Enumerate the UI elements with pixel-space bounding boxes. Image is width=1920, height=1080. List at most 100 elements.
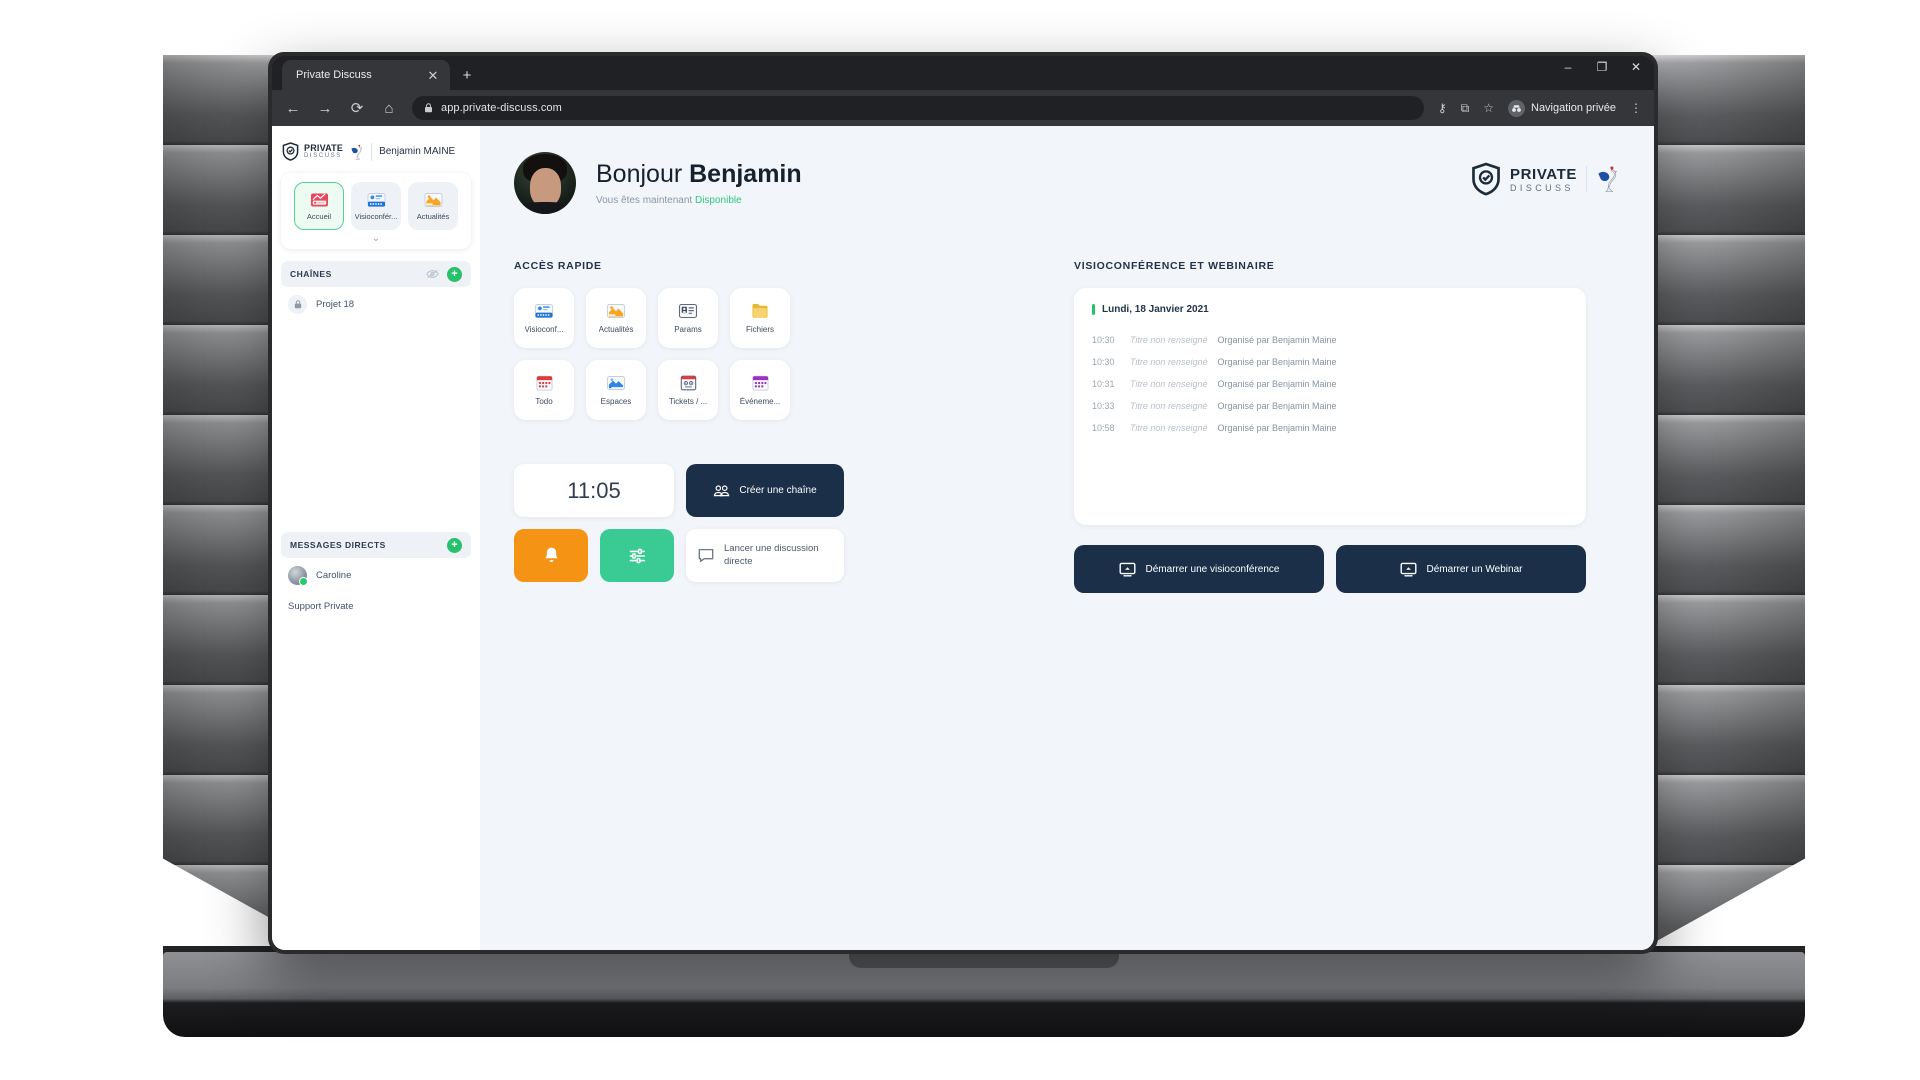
browser-toolbar: ← → ⟳ ⌂ app.private-discuss.com ⚷ ⧉ ☆ Na… (272, 90, 1654, 126)
reload-icon[interactable]: ⟳ (348, 99, 366, 117)
sidebar-item-accueil[interactable]: Accueil (294, 182, 344, 230)
chevron-down-icon[interactable]: ⌄ (372, 230, 380, 245)
main-content: Bonjour Benjamin Vous êtes maintenant Di… (480, 126, 1654, 950)
sliders-icon (629, 548, 645, 563)
app-sidebar: PRIVATE DISCUSS Benjamin MAINE Accueil V… (272, 126, 480, 950)
avatar (288, 566, 308, 586)
meeting-subject: Titre non renseigné (1130, 357, 1208, 367)
page-title: Bonjour Benjamin (596, 160, 802, 189)
sidebar-brand-logo: PRIVATE DISCUSS (282, 142, 343, 161)
brand-line-2: DISCUSS (1510, 182, 1574, 193)
action-row-bottom: Lancer une discussion directe (514, 529, 844, 582)
meetings-date: Lundi, 18 Janvier 2021 (1092, 304, 1568, 315)
meeting-subject: Titre non renseigné (1130, 335, 1208, 345)
sidebar-item-actualites[interactable]: Actualités (408, 182, 458, 230)
sidebar-channel-item[interactable]: Projet 18 (272, 287, 480, 322)
shield-check-icon (1472, 162, 1500, 196)
meeting-organizer: Organisé par Benjamin Maine (1217, 335, 1337, 345)
table-row[interactable]: 10:58 Titre non renseigné Organisé par B… (1092, 417, 1568, 439)
add-channel-button[interactable]: + (447, 266, 462, 282)
sidebar-dm-item-caroline[interactable]: Caroline (272, 558, 480, 593)
screen-share-icon (1400, 562, 1417, 576)
avatar-face (529, 168, 561, 207)
meeting-organizer: Organisé par Benjamin Maine (1217, 423, 1337, 433)
logo-divider (1586, 166, 1587, 192)
quick-tile-visioconference[interactable]: Visioconf... (514, 288, 574, 348)
greeting-text: Bonjour Benjamin Vous êtes maintenant Di… (596, 160, 802, 206)
sidebar-header: PRIVATE DISCUSS Benjamin MAINE (272, 134, 480, 173)
quick-tile-label: Fichiers (745, 325, 774, 334)
french-rooster-icon (1598, 166, 1617, 193)
meeting-organizer: Organisé par Benjamin Maine (1217, 401, 1337, 411)
window-close-icon[interactable]: ✕ (1628, 60, 1644, 74)
table-row[interactable]: 10:31 Titre non renseigné Organisé par B… (1092, 373, 1568, 395)
new-tab-icon[interactable]: + (458, 66, 476, 84)
incognito-indicator[interactable]: Navigation privée (1508, 99, 1616, 117)
meeting-organizer: Organisé par Benjamin Maine (1217, 379, 1337, 389)
news-icon (424, 192, 442, 207)
browser-tabstrip: Private Discuss ✕ + – ❐ ✕ (272, 56, 1654, 90)
meeting-time: 10:58 (1092, 423, 1115, 433)
action-grid: 11:05 Créer une chaîne Lancer une discus… (514, 464, 844, 582)
quick-tile-fichiers[interactable]: Fichiers (730, 288, 790, 348)
key-icon[interactable]: ⚷ (1438, 101, 1447, 115)
meeting-subject: Titre non renseigné (1130, 423, 1208, 433)
maximize-icon[interactable]: ❐ (1594, 60, 1610, 74)
brand-line-1: PRIVATE (1510, 165, 1577, 183)
home-icon[interactable]: ⌂ (380, 99, 398, 117)
table-row[interactable]: 10:30 Titre non renseigné Organisé par B… (1092, 351, 1568, 373)
section-title: CHAÎNES (290, 269, 332, 279)
forward-icon[interactable]: → (316, 99, 334, 117)
start-direct-discussion-button[interactable]: Lancer une discussion directe (686, 529, 844, 582)
extensions-icon[interactable]: ⧉ (1461, 101, 1470, 116)
address-bar[interactable]: app.private-discuss.com (412, 96, 1424, 120)
quick-tile-label: Tickets / ... (668, 397, 708, 406)
minimize-icon[interactable]: – (1560, 60, 1576, 74)
table-row[interactable]: 10:33 Titre non renseigné Organisé par B… (1092, 395, 1568, 417)
start-webinar-button[interactable]: Démarrer un Webinar (1336, 545, 1586, 593)
meeting-organizer: Organisé par Benjamin Maine (1217, 357, 1337, 367)
status-line: Vous êtes maintenant Disponible (596, 195, 802, 206)
close-icon[interactable]: ✕ (424, 66, 442, 84)
start-webinar-label: Démarrer un Webinar (1426, 563, 1523, 575)
shield-check-icon (282, 142, 299, 161)
sidebar-item-visioconference[interactable]: Visioconfér... (351, 182, 401, 230)
sidebar-dm-item-support[interactable]: Support Private (272, 593, 480, 620)
quick-tile-tickets[interactable]: Tickets / ... (658, 360, 718, 420)
meeting-time: 10:31 (1092, 379, 1115, 389)
notifications-button[interactable] (514, 529, 588, 582)
meetings-column: VISIOCONFÉRENCE ET WEBINAIRE Lundi, 18 J… (1074, 260, 1586, 593)
chat-bubble-icon (698, 548, 714, 563)
address-bar-url: app.private-discuss.com (441, 102, 562, 114)
quick-tile-espaces[interactable]: Espaces (586, 360, 646, 420)
quick-tile-label: Espaces (600, 396, 632, 406)
settings-card-icon (678, 303, 698, 318)
news-icon (607, 303, 625, 318)
create-channel-button[interactable]: Créer une chaîne (686, 464, 844, 517)
sidebar-dm-label: Caroline (316, 570, 352, 581)
brand-line-2: DISCUSS (304, 153, 342, 159)
start-direct-discussion-label: Lancer une discussion directe (724, 542, 819, 567)
calendar-red-icon (535, 375, 553, 391)
quick-tile-todo[interactable]: Todo (514, 360, 574, 420)
start-videoconference-button[interactable]: Démarrer une visioconférence (1074, 545, 1324, 593)
browser-menu-icon[interactable]: ⋮ (1630, 101, 1642, 115)
quick-tile-actualites[interactable]: Actualités (586, 288, 646, 348)
settings-button[interactable] (600, 529, 674, 582)
create-channel-label: Créer une chaîne (739, 485, 817, 496)
quick-tile-evenements[interactable]: Événeme... (730, 360, 790, 420)
add-direct-message-button[interactable]: + (447, 537, 462, 553)
quick-tile-params[interactable]: Params (658, 288, 718, 348)
star-icon[interactable]: ☆ (1483, 101, 1494, 115)
avatar[interactable] (514, 152, 576, 214)
sidebar-section-direct-messages: MESSAGES DIRECTS + (281, 532, 471, 558)
browser-tab[interactable]: Private Discuss ✕ (282, 60, 450, 90)
eye-off-icon[interactable] (426, 269, 439, 279)
tickets-icon (680, 375, 696, 391)
quick-access-grid: Visioconf... Actualités Params Fichiers … (514, 288, 844, 420)
back-icon[interactable]: ← (284, 99, 302, 117)
sidebar-filler (272, 620, 480, 950)
sidebar-dm-label: Support Private (288, 601, 354, 612)
meetings-date-label: Lundi, 18 Janvier 2021 (1102, 304, 1209, 315)
table-row[interactable]: 10:30 Titre non renseigné Organisé par B… (1092, 329, 1568, 351)
